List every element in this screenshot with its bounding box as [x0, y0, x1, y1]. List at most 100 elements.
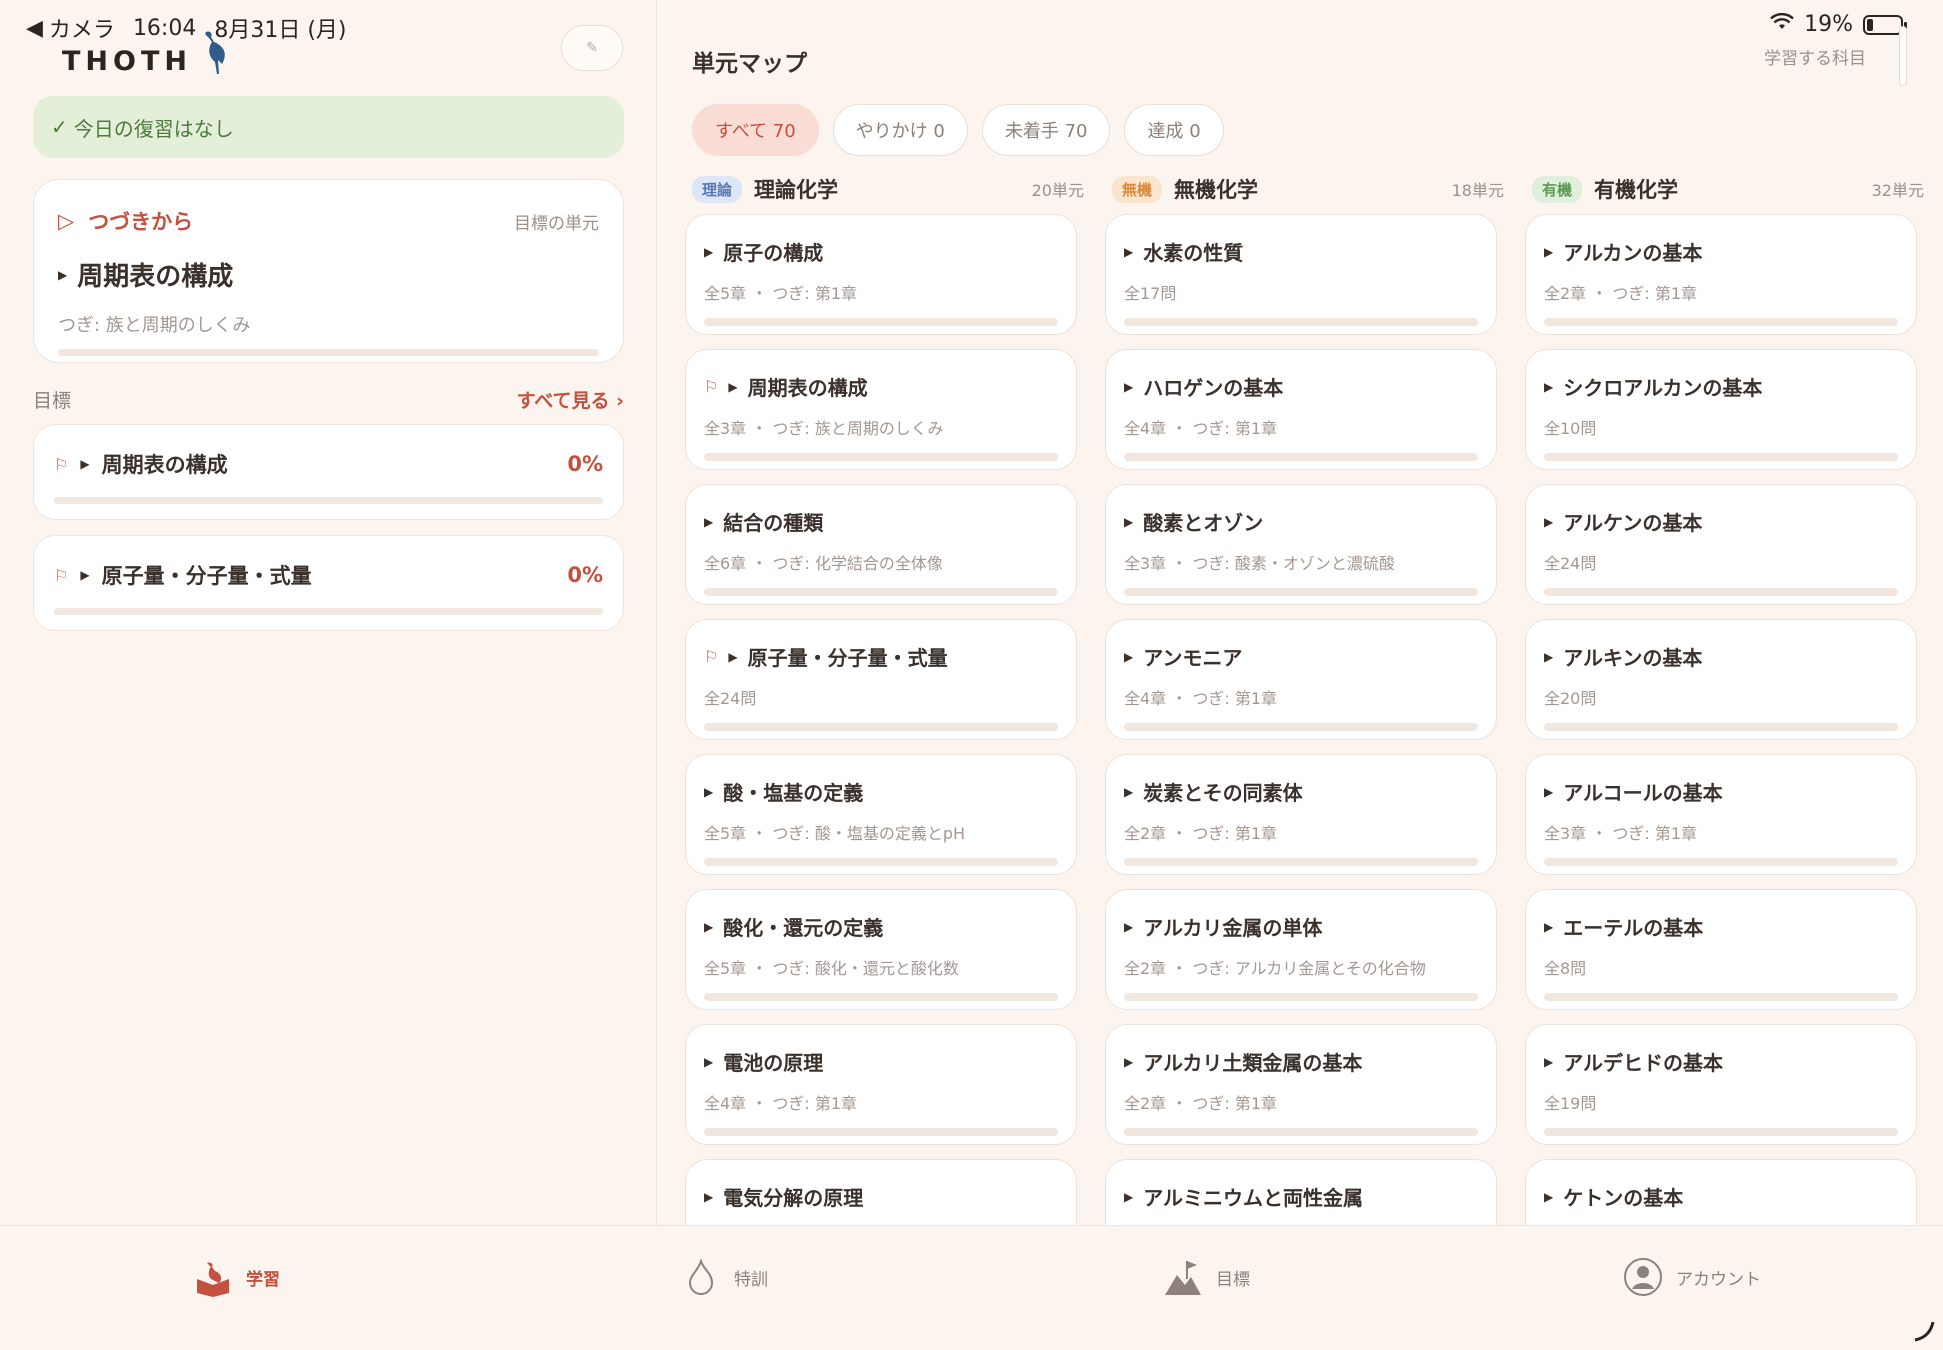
unit-card[interactable]: ▶ 酸素とオゾン 全3章 ・ つぎ: 酸素・オゾンと濃硫酸	[1105, 484, 1497, 605]
triangle-icon: ▶	[704, 1054, 714, 1069]
unit-card[interactable]: ⚐ ▶ 周期表の構成 全3章 ・ つぎ: 族と周期のしくみ	[685, 349, 1077, 470]
subject-tag: 理論	[692, 175, 743, 203]
tab-study[interactable]: 学習	[192, 1256, 280, 1298]
unit-progress-bar	[1124, 453, 1478, 461]
triangle-icon: ▶	[704, 244, 714, 259]
unit-subtitle: 全10問	[1544, 419, 1597, 438]
column-header: 理論 理論化学 20単元	[692, 174, 1084, 204]
unit-card[interactable]: ▶ アルカリ金属の単体全2章 ・ つぎ: アルカリ金属とその化合物	[1105, 889, 1497, 1010]
unit-subtitle: 全6章 ・ つぎ: 化学結合の全体像	[704, 554, 943, 573]
unit-title: 電池の原理	[723, 1051, 824, 1075]
unit-card[interactable]: ▶ アルキンの基本 全20問	[1525, 619, 1917, 740]
unit-progress-bar	[1124, 588, 1478, 596]
unit-title: アルカンの基本	[1563, 241, 1703, 265]
unit-subtitle: 全2章 ・ つぎ: 第1章	[1124, 1094, 1278, 1113]
unit-title: アルカリ土類金属の基本	[1143, 1051, 1363, 1075]
goal-name: 原子量・分子量・式量	[101, 564, 312, 588]
tab-training[interactable]: 特訓	[680, 1256, 768, 1298]
unit-card[interactable]: ▶ 結合の種類 全6章 ・ つぎ: 化学結合の全体像	[685, 484, 1077, 605]
unit-subtitle: 全4章 ・ つぎ: 第1章	[1124, 689, 1278, 708]
unit-card[interactable]: ▶ アルケンの基本 全24問	[1525, 484, 1917, 605]
unit-subtitle: 全3章 ・ つぎ: 族と周期のしくみ	[704, 419, 944, 438]
continue-card[interactable]: ▷ つづきから 目標の単元 ▶ 周期表の構成 つぎ: 族と周期のしくみ	[33, 179, 624, 363]
unit-column: 無機 無機化学 18単元 ▶ 水素の性質 全17問 ▶ ハロゲンの基本 全4章 ・ つぎ: 第1…	[1105, 174, 1504, 1225]
flag-icon: ⚐	[704, 647, 719, 666]
unit-title: アルケンの基本	[1563, 511, 1703, 535]
goals-heading: 目標	[33, 390, 72, 412]
unit-card[interactable]: ▶ 水素の性質 全17問	[1105, 214, 1497, 335]
unit-title: 結合の種類	[723, 511, 824, 535]
unit-title: アルミニウムと両性金属	[1143, 1186, 1364, 1210]
triangle-icon: ▶	[704, 919, 714, 934]
unit-title: 電気分解の原理	[723, 1186, 864, 1210]
unit-card[interactable]: ▶ ハロゲンの基本 全4章 ・ つぎ: 第1章	[1105, 349, 1497, 470]
unit-card[interactable]: ▶ 酸化・還元の定義全5章 ・ つぎ: 酸化・還元と酸化数	[685, 889, 1077, 1010]
pencil-icon: ✎	[586, 40, 598, 56]
continue-label: つづきから	[88, 210, 194, 234]
unit-card[interactable]: ▶ 電気分解の原理	[685, 1159, 1077, 1225]
triangle-icon: ▶	[1124, 919, 1134, 934]
tab-goals[interactable]: 目標	[1162, 1256, 1250, 1298]
unit-progress-bar	[1544, 318, 1898, 326]
unit-card[interactable]: ⚐ ▶ 原子量・分子量・式量 全24問	[685, 619, 1077, 740]
check-icon: ✓	[51, 115, 68, 139]
unit-subtitle: 全19問	[1544, 1094, 1597, 1113]
unit-progress-bar	[1544, 588, 1898, 596]
triangle-icon: ▶	[1124, 1054, 1134, 1069]
unit-subtitle: 全5章 ・ つぎ: 酸化・還元と酸化数	[704, 959, 959, 978]
unit-title: アルカリ金属の単体	[1143, 916, 1323, 940]
unit-subtitle: 全2章 ・ つぎ: アルカリ金属とその化合物	[1124, 959, 1426, 978]
unit-subtitle: 全17問	[1124, 284, 1177, 303]
unit-card[interactable]: ▶ アルカンの基本 全2章 ・ つぎ: 第1章	[1525, 214, 1917, 335]
unit-title: 炭素とその同素体	[1143, 781, 1303, 805]
unit-card[interactable]: ▶ 酸・塩基の定義 全5章 ・ つぎ: 酸・塩基の定義とpH	[685, 754, 1077, 875]
goal-percent: 0%	[567, 563, 603, 587]
unit-title: アルキンの基本	[1563, 646, 1703, 670]
unit-progress-bar	[704, 1128, 1058, 1136]
unit-card[interactable]: ▶ アルコールの基本 全3章 ・ つぎ: 第1章	[1525, 754, 1917, 875]
unit-card[interactable]: ▶ 炭素とその同素体全2章 ・ つぎ: 第1章	[1105, 754, 1497, 875]
unit-card[interactable]: ▶ エーテルの基本 全8問	[1525, 889, 1917, 1010]
resize-handle-icon[interactable]	[1911, 1318, 1935, 1342]
unit-card[interactable]: ▶ シクロアルカンの基本 全10問	[1525, 349, 1917, 470]
unit-title: 酸・塩基の定義	[723, 781, 864, 805]
goal-name: 周期表の構成	[101, 453, 228, 477]
unit-progress-bar	[1124, 858, 1478, 866]
unit-card[interactable]: ▶ 原子の構成全5章 ・ つぎ: 第1章	[685, 214, 1077, 335]
unit-card[interactable]: ▶ アルカリ土類金属の基本全2章 ・ つぎ: 第1章	[1105, 1024, 1497, 1145]
triangle-icon: ▶	[728, 649, 738, 664]
see-all-goals-link[interactable]: すべて見る ›	[517, 386, 624, 413]
column-name: 有機化学	[1594, 178, 1679, 202]
goal-card[interactable]: ⚐ ▶ 原子量・分子量・式量 0%	[33, 535, 624, 631]
study-icon	[192, 1256, 234, 1298]
flag-icon: ⚐	[704, 377, 719, 396]
unit-card[interactable]: ▶ ケトンの基本	[1525, 1159, 1917, 1225]
goal-progress-bar	[54, 497, 603, 504]
unit-card[interactable]: ▶ 電池の原理全4章 ・ つぎ: 第1章	[685, 1024, 1077, 1145]
unit-map-area[interactable]: 理論 理論化学 20単元 ▶ 原子の構成全5章 ・ つぎ: 第1章 ⚐ ▶ 周期表の構成 全3章…	[680, 0, 1943, 1225]
play-outline-icon: ▷	[58, 209, 75, 233]
unit-subtitle: 全5章 ・ つぎ: 第1章	[704, 284, 858, 303]
unit-progress-bar	[1544, 1128, 1898, 1136]
unit-title: 原子の構成	[723, 241, 824, 265]
triangle-icon: ▶	[704, 784, 714, 799]
column-name: 無機化学	[1174, 178, 1259, 202]
unit-card[interactable]: ▶ アルミニウムと両性金属	[1105, 1159, 1497, 1225]
unit-card[interactable]: ▶ アンモニア 全4章 ・ つぎ: 第1章	[1105, 619, 1497, 740]
unit-card[interactable]: ▶ アルデヒドの基本 全19問	[1525, 1024, 1917, 1145]
unit-subtitle: 全3章 ・ つぎ: 酸素・オゾンと濃硫酸	[1124, 554, 1395, 573]
triangle-icon: ▶	[1544, 919, 1554, 934]
goal-card[interactable]: ⚐ ▶ 周期表の構成 0%	[33, 424, 624, 520]
unit-subtitle: 全2章 ・ つぎ: 第1章	[1124, 824, 1278, 843]
pencil-button[interactable]: ✎	[561, 25, 623, 71]
triangle-icon: ▶	[1124, 1189, 1134, 1204]
unit-title: アルコールの基本	[1563, 781, 1723, 805]
tab-account[interactable]: アカウント	[1622, 1256, 1761, 1298]
unit-title: ハロゲンの基本	[1143, 376, 1284, 400]
ibis-logo-icon	[205, 30, 225, 74]
unit-subtitle: 全4章 ・ つぎ: 第1章	[704, 1094, 858, 1113]
unit-list: ▶ 原子の構成全5章 ・ つぎ: 第1章 ⚐ ▶ 周期表の構成 全3章 ・ つぎ: 族と周…	[685, 214, 1077, 1225]
unit-title: 酸化・還元の定義	[723, 916, 884, 940]
unit-progress-bar	[704, 588, 1058, 596]
triangle-icon: ▶	[1124, 784, 1134, 799]
